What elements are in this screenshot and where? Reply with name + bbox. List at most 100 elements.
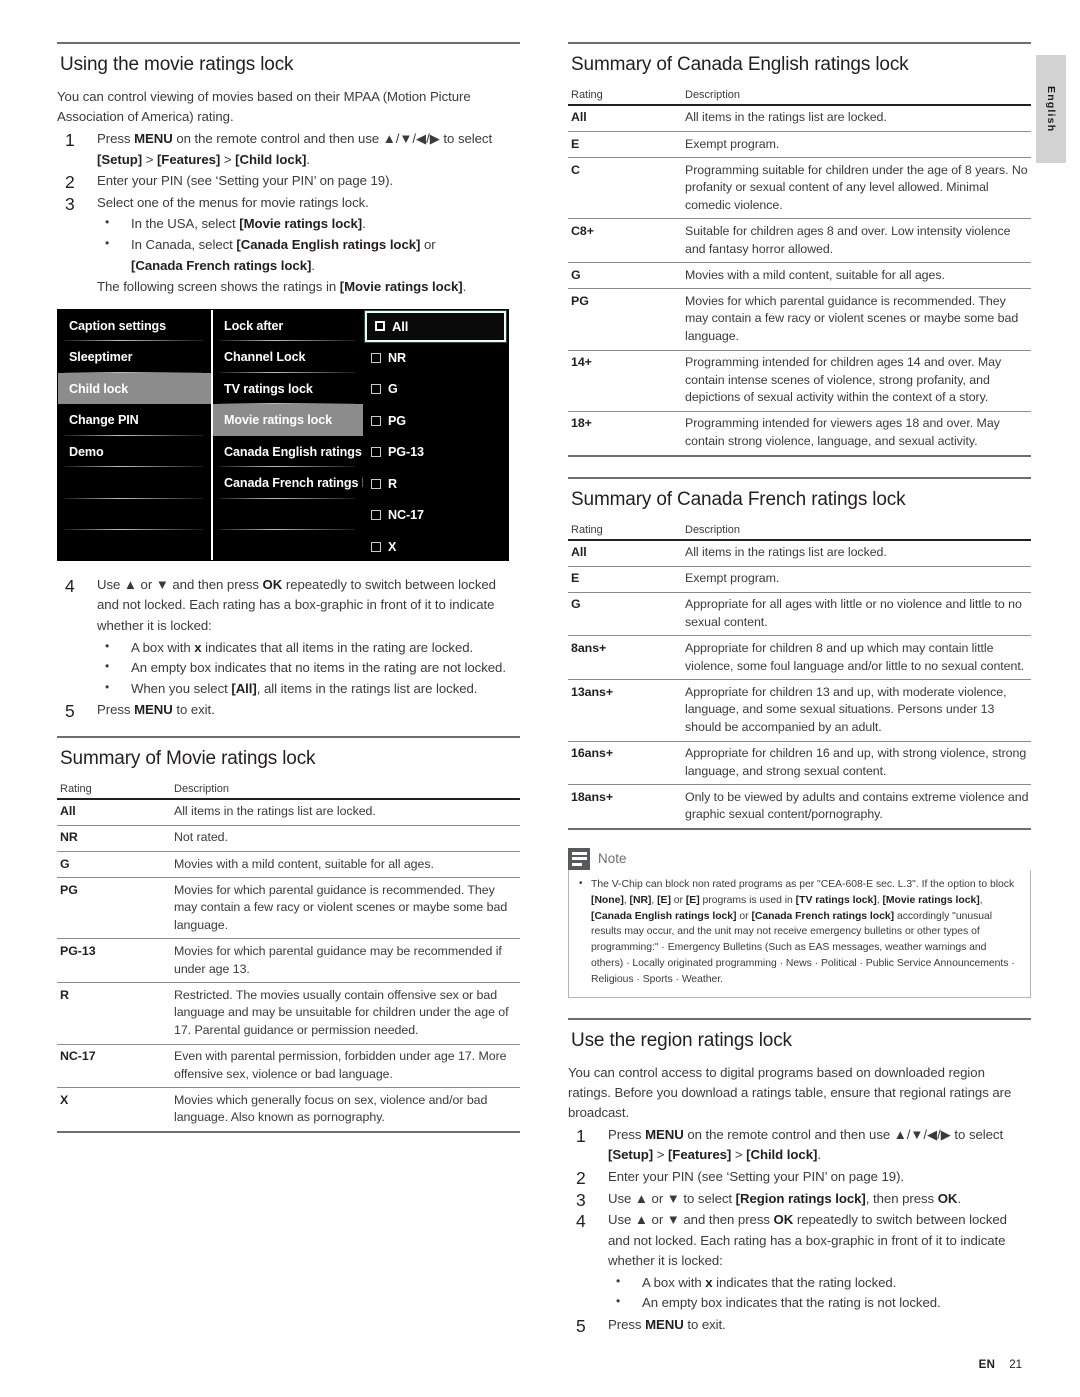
cell-description: Programming intended for children ages 1…: [682, 350, 1031, 412]
osd-rating-nr[interactable]: NR: [363, 342, 508, 374]
menu-child-lock: [Child lock]: [746, 1147, 818, 1163]
cell-description: Movies with a mild content, suitable for…: [171, 851, 520, 879]
osd-item-canada-english-ratings-lock[interactable]: Canada English ratings l...: [213, 436, 363, 468]
cell-rating: All: [57, 798, 171, 826]
table-row: 16ans+ Appropriate for children 16 and up…: [568, 741, 1031, 786]
step-number: 5: [576, 1316, 586, 1337]
cell-description: Restricted. The movies usually contain o…: [171, 982, 520, 1045]
column-header-description: Description: [682, 86, 1031, 106]
osd-label: Child lock: [69, 381, 129, 396]
menu-all: [All]: [231, 680, 257, 696]
note-body: The V-Chip can block non rated programs …: [568, 869, 1031, 998]
osd-rating-g[interactable]: G: [363, 373, 508, 405]
step-item: 4 Use ▲ or ▼ and then press OK repeatedl…: [57, 575, 520, 700]
step-item: 2 Enter your PIN (see ‘Setting your PIN’…: [57, 171, 520, 192]
language-side-tab: English: [1036, 55, 1066, 163]
cell-description: Movies for which parental guidance is re…: [682, 288, 1031, 351]
checkbox-icon[interactable]: [371, 478, 381, 489]
table-header-row: Rating Description: [568, 521, 1031, 541]
cell-rating: PG: [57, 877, 171, 940]
menu-setup: [Setup]: [97, 151, 143, 167]
osd-rating-nc17[interactable]: NC-17: [363, 499, 508, 531]
osd-rating-pg[interactable]: PG: [363, 405, 508, 437]
table-row: PG-13 Movies for which parental guidance …: [57, 938, 520, 984]
table-row: E Exempt program.: [568, 131, 1031, 159]
menu-movie-ratings-lock: [Movie ratings lock]: [239, 216, 363, 232]
cell-description: Movies which generally focus on sex, vio…: [171, 1087, 520, 1133]
cell-rating: 18+: [568, 411, 682, 457]
bullet-item: When you select [All], all items in the …: [97, 678, 520, 700]
key-menu: MENU: [134, 702, 173, 718]
osd-item-child-lock[interactable]: Child lock: [58, 372, 211, 405]
osd-item-change-pin[interactable]: Change PIN: [58, 404, 211, 436]
step-text: Enter your PIN (see ‘Setting your PIN’ o…: [97, 173, 394, 189]
osd-item-empty: [58, 530, 211, 560]
cell-description: Appropriate for children 8 and up which …: [682, 635, 1031, 681]
cell-description: All items in the ratings list are locked…: [682, 539, 1031, 567]
step3-bullets: In the USA, select [Movie ratings lock].…: [97, 213, 520, 276]
checkbox-icon[interactable]: [371, 352, 381, 363]
osd-item-empty: [213, 530, 363, 560]
checkbox-icon[interactable]: [371, 415, 381, 426]
osd-label: TV ratings lock: [224, 381, 313, 396]
note-icon: [568, 847, 590, 870]
table-row: All All items in the ratings list are loc…: [568, 104, 1031, 132]
cell-rating: G: [568, 592, 682, 637]
menu-canada-french-ratings-lock: [Canada French ratings lock]: [751, 910, 895, 922]
checkbox-icon[interactable]: [371, 447, 381, 458]
table-row: G Movies with a mild content, suitable fo…: [57, 851, 520, 879]
osd-item-sleeptimer[interactable]: Sleeptimer: [58, 341, 211, 373]
osd-item-lock-after[interactable]: Lock after: [213, 310, 363, 342]
menu-features: [Features]: [667, 1147, 732, 1163]
region-lock-steps: 1 Press MENU on the remote control and t…: [568, 1125, 1031, 1336]
x-marker: x: [705, 1274, 713, 1290]
checkbox-icon[interactable]: [371, 541, 381, 552]
cell-description: Appropriate for all ages with little or …: [682, 592, 1031, 637]
menu-region-ratings-lock: [Region ratings lock]: [735, 1190, 866, 1206]
cell-rating: NR: [57, 825, 171, 853]
osd-rating-all[interactable]: All: [365, 310, 506, 342]
step-number: 1: [65, 130, 75, 151]
following-screen-text: The following screen shows the ratings i…: [97, 279, 467, 295]
osd-ratings-column: All NR G PG PG-13 R NC-17 X: [363, 310, 508, 560]
checkbox-icon[interactable]: [371, 384, 381, 395]
cell-rating: E: [568, 131, 682, 159]
table-row: C Programming suitable for children under…: [568, 157, 1031, 220]
cell-rating: G: [57, 851, 171, 879]
osd-label: Canada English ratings l...: [224, 444, 363, 459]
osd-item-tv-ratings-lock[interactable]: TV ratings lock: [213, 373, 363, 405]
cell-rating: 16ans+: [568, 741, 682, 786]
page-title: Using the movie ratings lock: [60, 54, 294, 75]
checkbox-icon[interactable]: [371, 510, 381, 521]
menu-canada-english-ratings-lock: [Canada English ratings lock]: [236, 236, 421, 252]
osd-item-caption-settings[interactable]: Caption settings: [58, 310, 211, 342]
osd-item-movie-ratings-lock[interactable]: Movie ratings lock: [213, 404, 363, 436]
manual-page: English Using the movie ratings lock You…: [0, 0, 1080, 1397]
table-row: G Movies with a mild content, suitable fo…: [568, 262, 1031, 290]
osd-label: G: [388, 382, 398, 397]
osd-rating-pg13[interactable]: PG-13: [363, 436, 508, 468]
step-number: 4: [65, 575, 75, 596]
movie-lock-intro: You can control viewing of movies based …: [57, 88, 471, 124]
note-title: Note: [598, 851, 627, 867]
key-menu: MENU: [645, 1317, 684, 1333]
osd-rating-r[interactable]: R: [363, 468, 508, 500]
cell-rating: 18ans+: [568, 784, 682, 830]
column-header-rating: Rating: [568, 521, 682, 541]
osd-item-demo[interactable]: Demo: [58, 436, 211, 468]
checkbox-icon[interactable]: [375, 321, 385, 332]
osd-rating-x[interactable]: X: [363, 531, 508, 560]
osd-item-channel-lock[interactable]: Channel Lock: [213, 341, 363, 373]
osd-item-canada-french-ratings-lock[interactable]: Canada French ratings l...: [213, 467, 363, 499]
bullet-item: A box with x indicates that the rating l…: [608, 1272, 1031, 1294]
osd-item-empty: [58, 467, 211, 499]
osd-menu-column-2: Lock after Channel Lock TV ratings lock …: [211, 309, 363, 560]
osd-label: NR: [388, 350, 406, 365]
menu-movie-ratings-lock-ref: [Movie ratings lock]: [339, 279, 463, 295]
cell-description: Exempt program.: [682, 566, 1031, 593]
cell-rating: 14+: [568, 350, 682, 412]
cell-rating: NC-17: [57, 1044, 171, 1089]
cell-description: Programming suitable for children under …: [682, 157, 1031, 220]
note-bullet: The V-Chip can block non rated programs …: [578, 876, 1021, 988]
table-row: All All items in the ratings list are loc…: [57, 798, 520, 826]
